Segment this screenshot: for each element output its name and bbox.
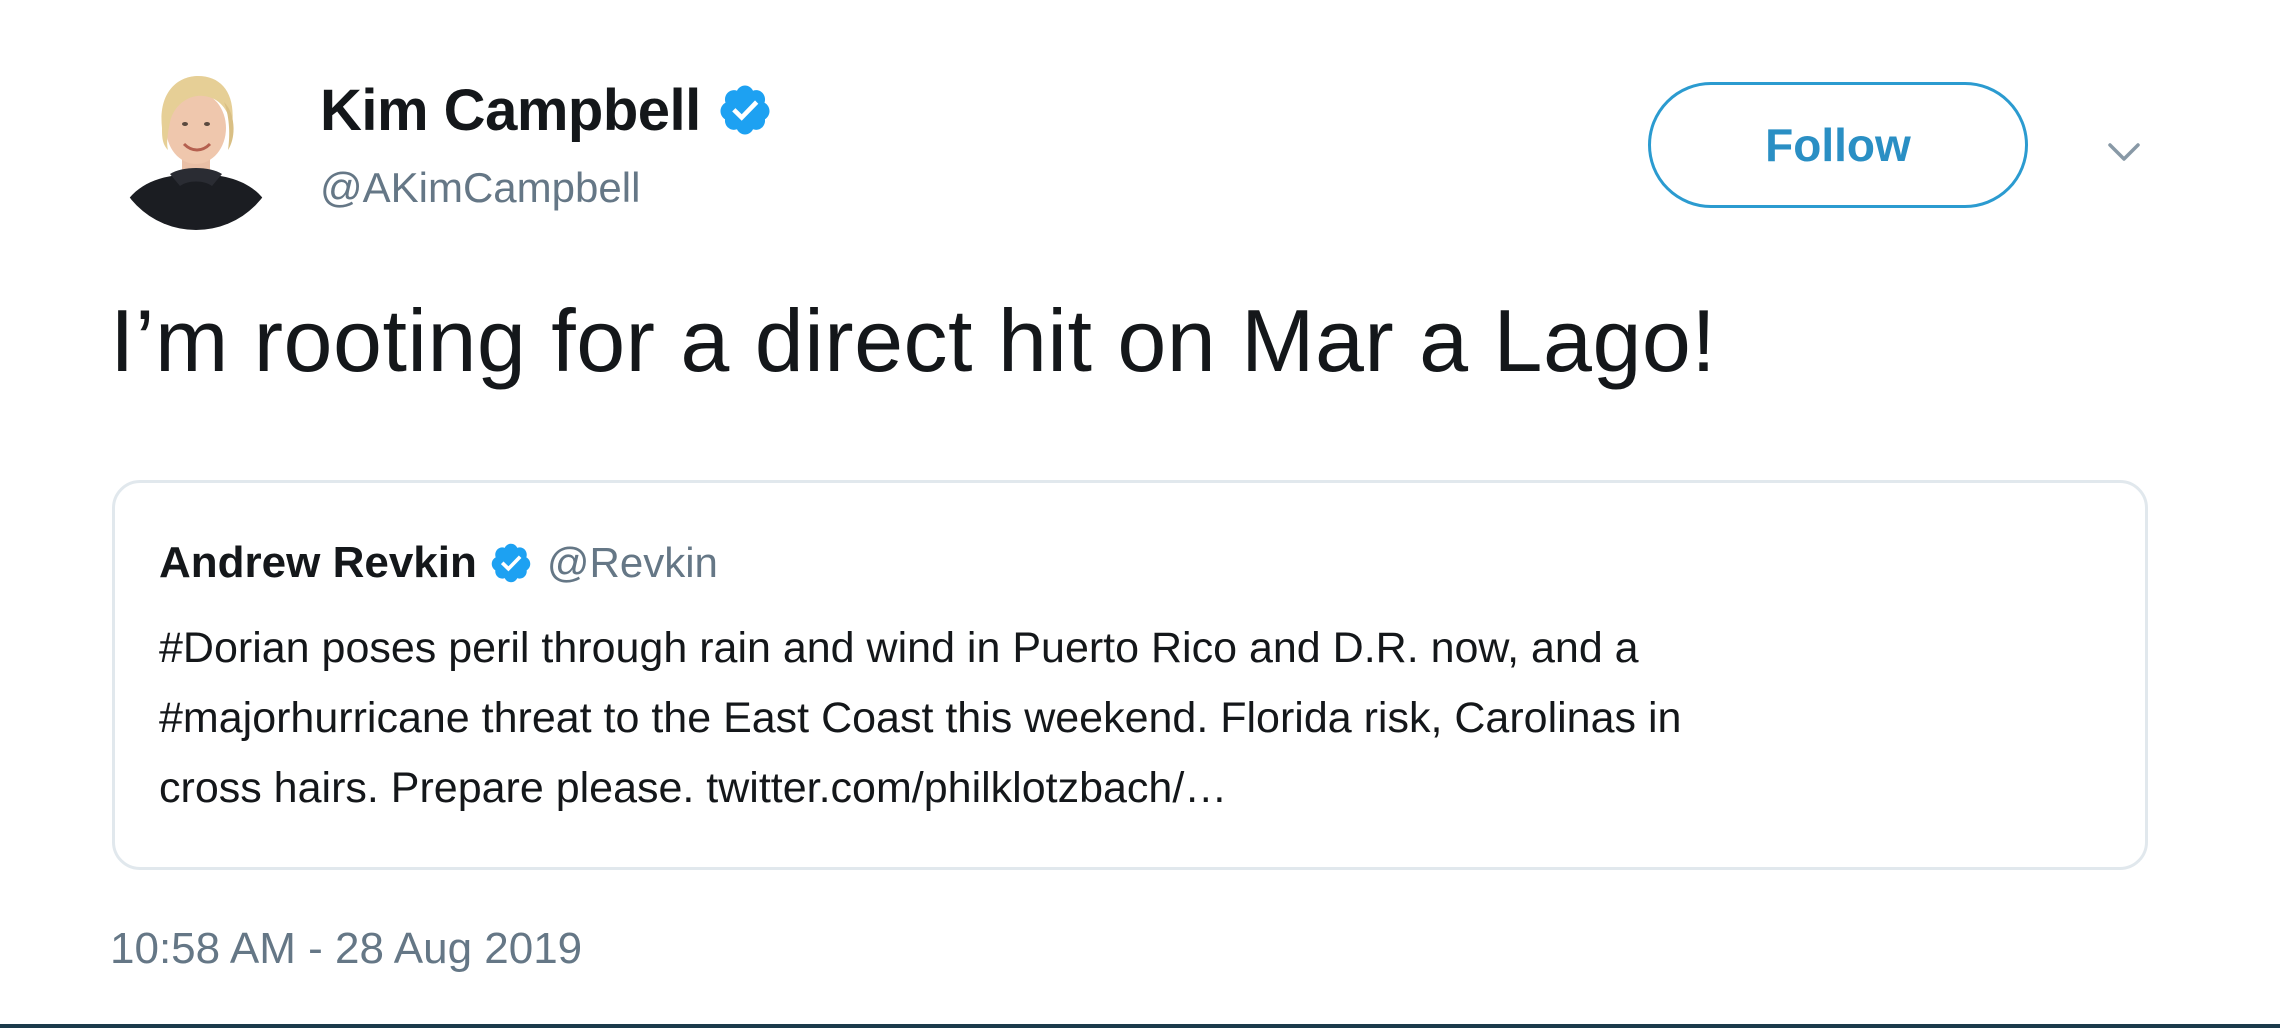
author-name-row: Kim Campbell — [320, 70, 773, 150]
quoted-author-name: Andrew Revkin — [159, 538, 477, 587]
bottom-divider — [0, 1024, 2280, 1028]
quoted-author-handle: @Revkin — [546, 539, 718, 586]
quoted-tweet-line: cross hairs. Prepare please. twitter.com… — [159, 764, 1228, 812]
tweet-text: I’m rooting for a direct hit on Mar a La… — [110, 291, 1717, 390]
chevron-down-icon[interactable] — [2104, 132, 2144, 172]
quoted-tweet-text: #Dorian poses peril through rain and win… — [159, 613, 2119, 823]
quoted-tweet-line: #Dorian poses peril through rain and win… — [159, 624, 1639, 672]
quoted-tweet-line: #majorhurricane threat to the East Coast… — [159, 694, 1682, 742]
quoted-tweet-header: Andrew Revkin @Revkin — [159, 533, 718, 593]
follow-button[interactable]: Follow — [1648, 82, 2028, 208]
profile-photo-icon — [112, 62, 280, 230]
quoted-tweet-card[interactable]: Andrew Revkin @Revkin #Dorian poses peri… — [112, 480, 2148, 870]
author-display-name[interactable]: Kim Campbell — [320, 77, 701, 144]
tweet-card: Kim Campbell @AKimCampbell Follow I’m ro… — [0, 0, 2280, 1024]
author-handle[interactable]: @AKimCampbell — [320, 164, 640, 212]
tweet-timestamp[interactable]: 10:58 AM - 28 Aug 2019 — [110, 924, 582, 974]
author-avatar[interactable] — [112, 62, 280, 230]
verified-badge-icon — [489, 541, 533, 585]
verified-badge-icon — [717, 82, 773, 138]
